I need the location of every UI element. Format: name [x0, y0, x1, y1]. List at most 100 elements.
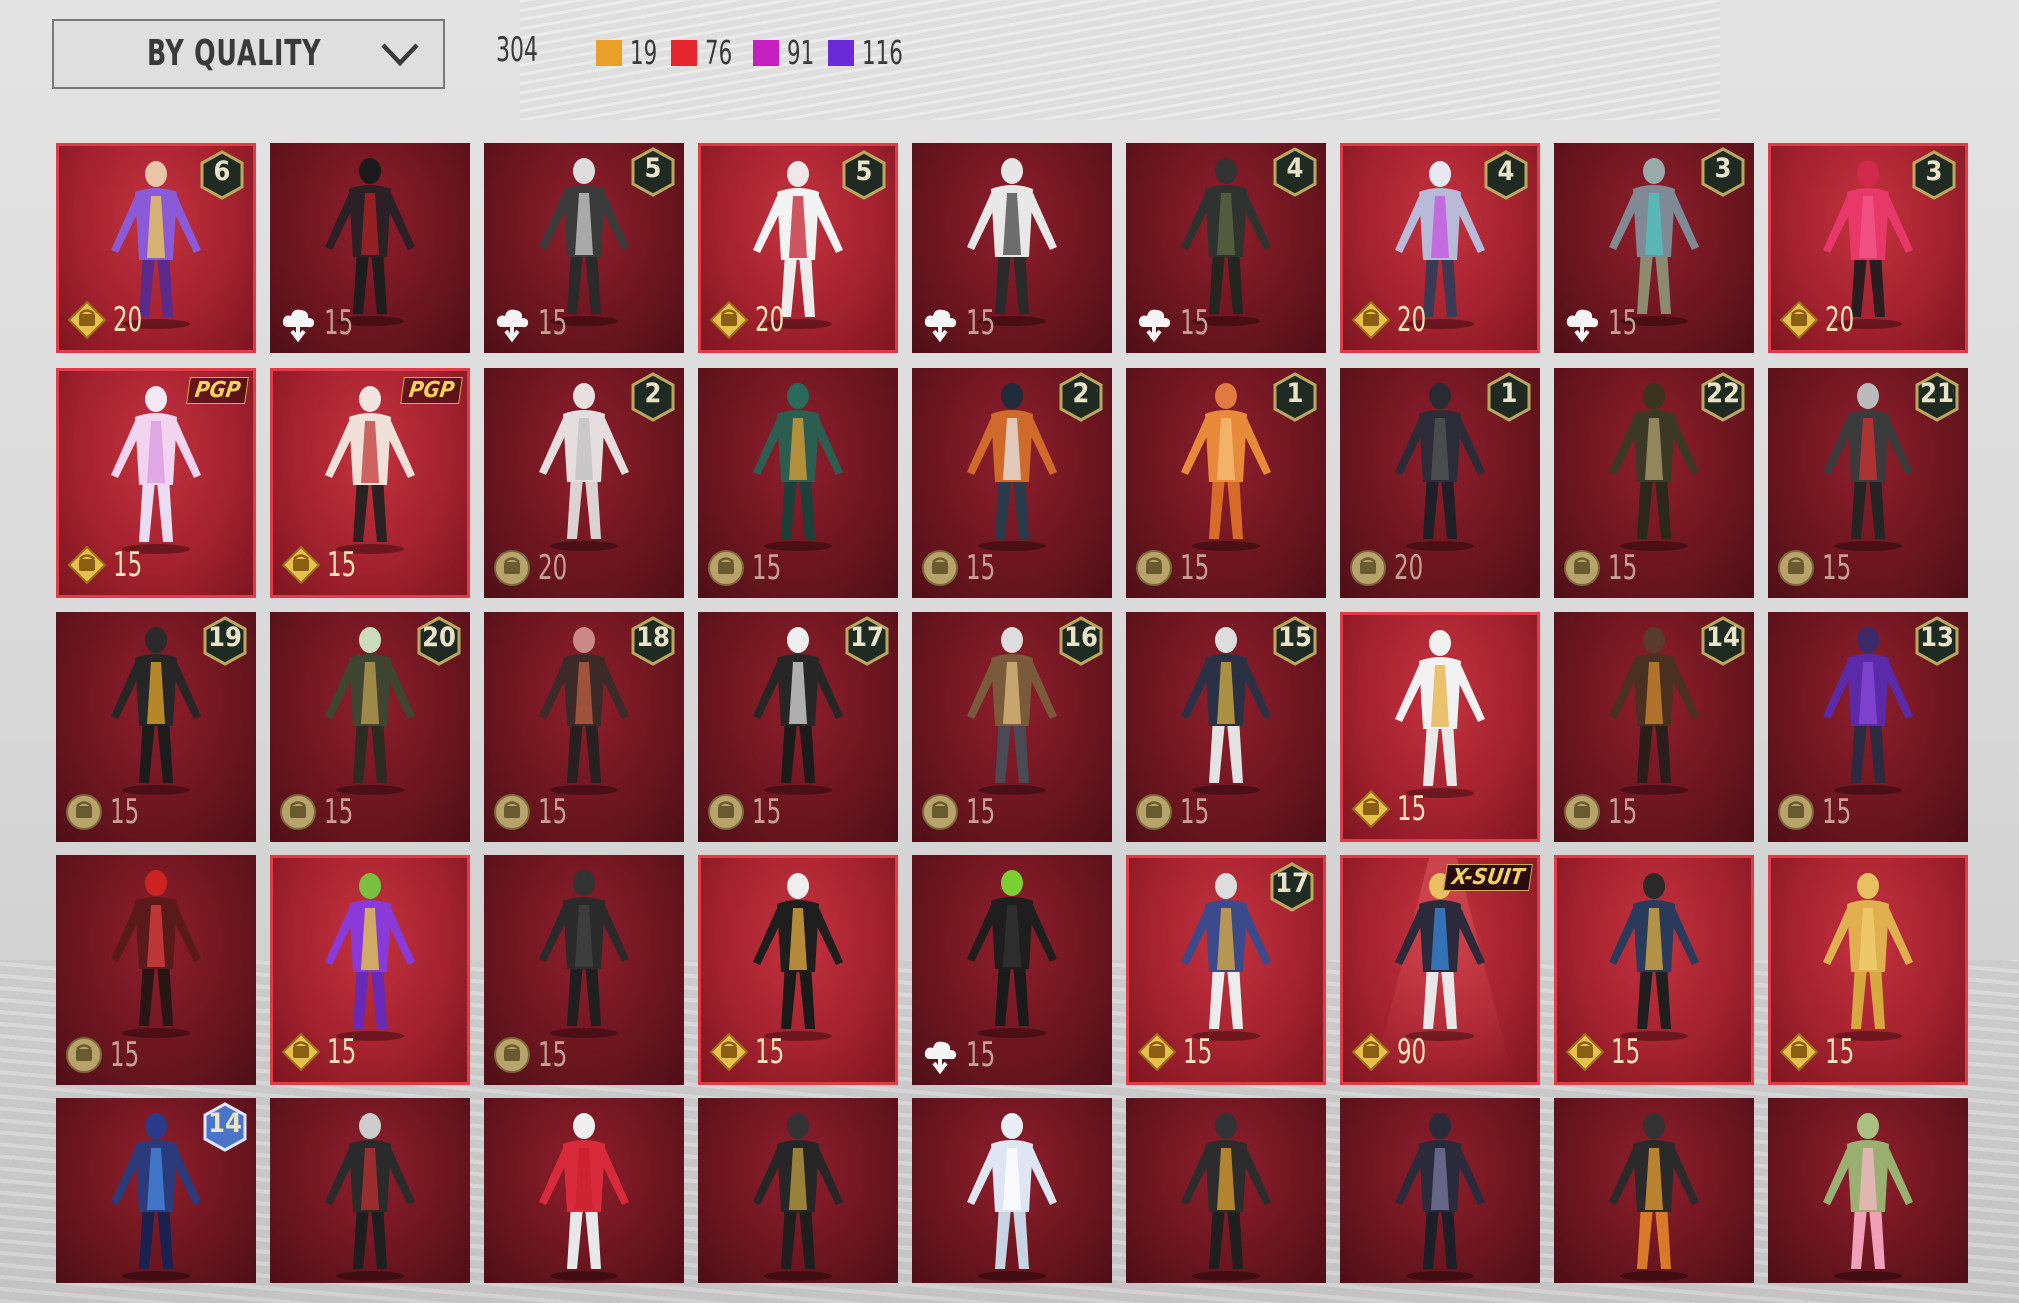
- outfit-card[interactable]: 1 20: [1340, 368, 1540, 598]
- outfit-figure: [111, 870, 201, 1038]
- outfit-card[interactable]: [1126, 1098, 1326, 1283]
- item-price: 15: [1562, 792, 1647, 832]
- outfit-card[interactable]: 15: [484, 855, 684, 1085]
- outfit-card[interactable]: 15: [912, 855, 1112, 1085]
- rare-count: 116: [862, 33, 903, 72]
- outfit-card[interactable]: [1340, 1098, 1540, 1283]
- outfit-card[interactable]: 14 15: [1554, 612, 1754, 842]
- outfit-card[interactable]: 15: [270, 143, 470, 353]
- season-badge-number: 13: [1920, 622, 1954, 653]
- outfit-card[interactable]: 14: [56, 1098, 256, 1283]
- uc-gold-icon: [281, 1032, 321, 1072]
- outfit-card[interactable]: [912, 1098, 1112, 1283]
- sort-dropdown[interactable]: BY QUALITY: [52, 19, 445, 89]
- outfit-card[interactable]: 5 15: [484, 143, 684, 353]
- outfit-card[interactable]: 15: [698, 855, 898, 1085]
- item-price-value: 15: [110, 792, 140, 832]
- season-badge-number: 14: [208, 1108, 242, 1139]
- outfit-card[interactable]: 15: [912, 143, 1112, 353]
- outfit-card[interactable]: [1554, 1098, 1754, 1283]
- item-price-value: 20: [1394, 548, 1424, 588]
- outfit-card[interactable]: 15: [1768, 855, 1968, 1085]
- uc-silver-icon: [1136, 550, 1172, 586]
- item-price: 15: [706, 548, 791, 588]
- epic-swatch: [671, 40, 697, 66]
- item-price-value: 15: [1608, 792, 1638, 832]
- outfit-card[interactable]: [484, 1098, 684, 1283]
- outfit-figure: [967, 158, 1057, 326]
- outfit-card[interactable]: PGP 15: [270, 368, 470, 598]
- outfit-card[interactable]: 3 20: [1768, 143, 1968, 353]
- outfit-card[interactable]: [698, 1098, 898, 1283]
- outfit-card[interactable]: 1 15: [1126, 368, 1326, 598]
- uc-gold-icon: [709, 1032, 749, 1072]
- outfit-card[interactable]: 22 15: [1554, 368, 1754, 598]
- item-price: 15: [281, 1032, 366, 1072]
- uc-silver-icon: [922, 794, 958, 830]
- outfit-figure: [539, 1113, 629, 1281]
- uc-gold-icon: [67, 300, 107, 340]
- uc-gold-icon: [1351, 300, 1391, 340]
- outfit-figure: [539, 870, 629, 1038]
- item-price: 20: [709, 300, 794, 340]
- outfit-figure: [1395, 873, 1485, 1041]
- item-price-value: 20: [1397, 300, 1427, 340]
- outfit-figure: [753, 873, 843, 1041]
- outfit-card[interactable]: 2 15: [912, 368, 1112, 598]
- uc-silver-icon: [1778, 794, 1814, 830]
- outfit-card[interactable]: 17 15: [1126, 855, 1326, 1085]
- outfit-card[interactable]: 15: [270, 855, 470, 1085]
- item-price-value: 15: [113, 545, 143, 585]
- season-badge-number: 3: [1714, 153, 1732, 184]
- item-price-value: 15: [1183, 1032, 1213, 1072]
- outfit-card[interactable]: 6 20: [56, 143, 256, 353]
- outfit-card[interactable]: 5 20: [698, 143, 898, 353]
- outfit-card[interactable]: 20 15: [270, 612, 470, 842]
- season-badge-number: 19: [208, 622, 242, 653]
- outfit-card[interactable]: 13 15: [1768, 612, 1968, 842]
- outfit-figure: [1609, 873, 1699, 1041]
- item-price: 15: [1565, 1032, 1650, 1072]
- outfit-grid: 6 20 15 5 15 5 20 15 4 15 4 20 3 15 3 20 PGP 15 PGP 15 2 20 15…: [56, 143, 1968, 1283]
- quality-stat-legendary: 19: [596, 36, 668, 69]
- season-badge-number: 6: [213, 156, 231, 187]
- outfit-figure: [1609, 1113, 1699, 1281]
- item-price: 15: [67, 545, 152, 585]
- uc-gold-icon: [1779, 1032, 1819, 1072]
- outfit-card[interactable]: 15: [1340, 612, 1540, 842]
- season-badge-number: 16: [1064, 622, 1098, 653]
- outfit-card[interactable]: 4 20: [1340, 143, 1540, 353]
- outfit-card[interactable]: 15: [698, 368, 898, 598]
- outfit-card[interactable]: [1768, 1098, 1968, 1283]
- item-price-value: 15: [327, 1032, 357, 1072]
- uc-gold-icon: [1137, 1032, 1177, 1072]
- item-price-value: 20: [1825, 300, 1855, 340]
- outfit-card[interactable]: 2 20: [484, 368, 684, 598]
- uc-gold-icon: [281, 545, 321, 585]
- outfit-card[interactable]: 16 15: [912, 612, 1112, 842]
- season-badge-number: 17: [850, 622, 884, 653]
- season-badge-number: 20: [422, 622, 456, 653]
- outfit-card[interactable]: 4 15: [1126, 143, 1326, 353]
- uc-gold-icon: [1351, 1032, 1391, 1072]
- item-price-value: 20: [113, 300, 143, 340]
- item-price-value: 90: [1397, 1032, 1427, 1072]
- season-badge-number: 2: [644, 378, 662, 409]
- outfit-card[interactable]: X-SUIT 90: [1340, 855, 1540, 1085]
- uc-silver-icon: [1564, 550, 1600, 586]
- outfit-card[interactable]: [270, 1098, 470, 1283]
- uc-silver-icon: [1136, 794, 1172, 830]
- outfit-figure: [325, 386, 415, 554]
- outfit-card[interactable]: 17 15: [698, 612, 898, 842]
- cloud-coin-icon: [924, 1041, 957, 1075]
- outfit-card[interactable]: 21 15: [1768, 368, 1968, 598]
- outfit-card[interactable]: 15 15: [1126, 612, 1326, 842]
- outfit-card[interactable]: 3 15: [1554, 143, 1754, 353]
- outfit-card[interactable]: 15: [1554, 855, 1754, 1085]
- uc-silver-icon: [708, 550, 744, 586]
- outfit-card[interactable]: 15: [56, 855, 256, 1085]
- outfit-card[interactable]: 18 15: [484, 612, 684, 842]
- outfit-card[interactable]: PGP 15: [56, 368, 256, 598]
- outfit-card[interactable]: 19 15: [56, 612, 256, 842]
- outfit-figure: [1823, 1113, 1913, 1281]
